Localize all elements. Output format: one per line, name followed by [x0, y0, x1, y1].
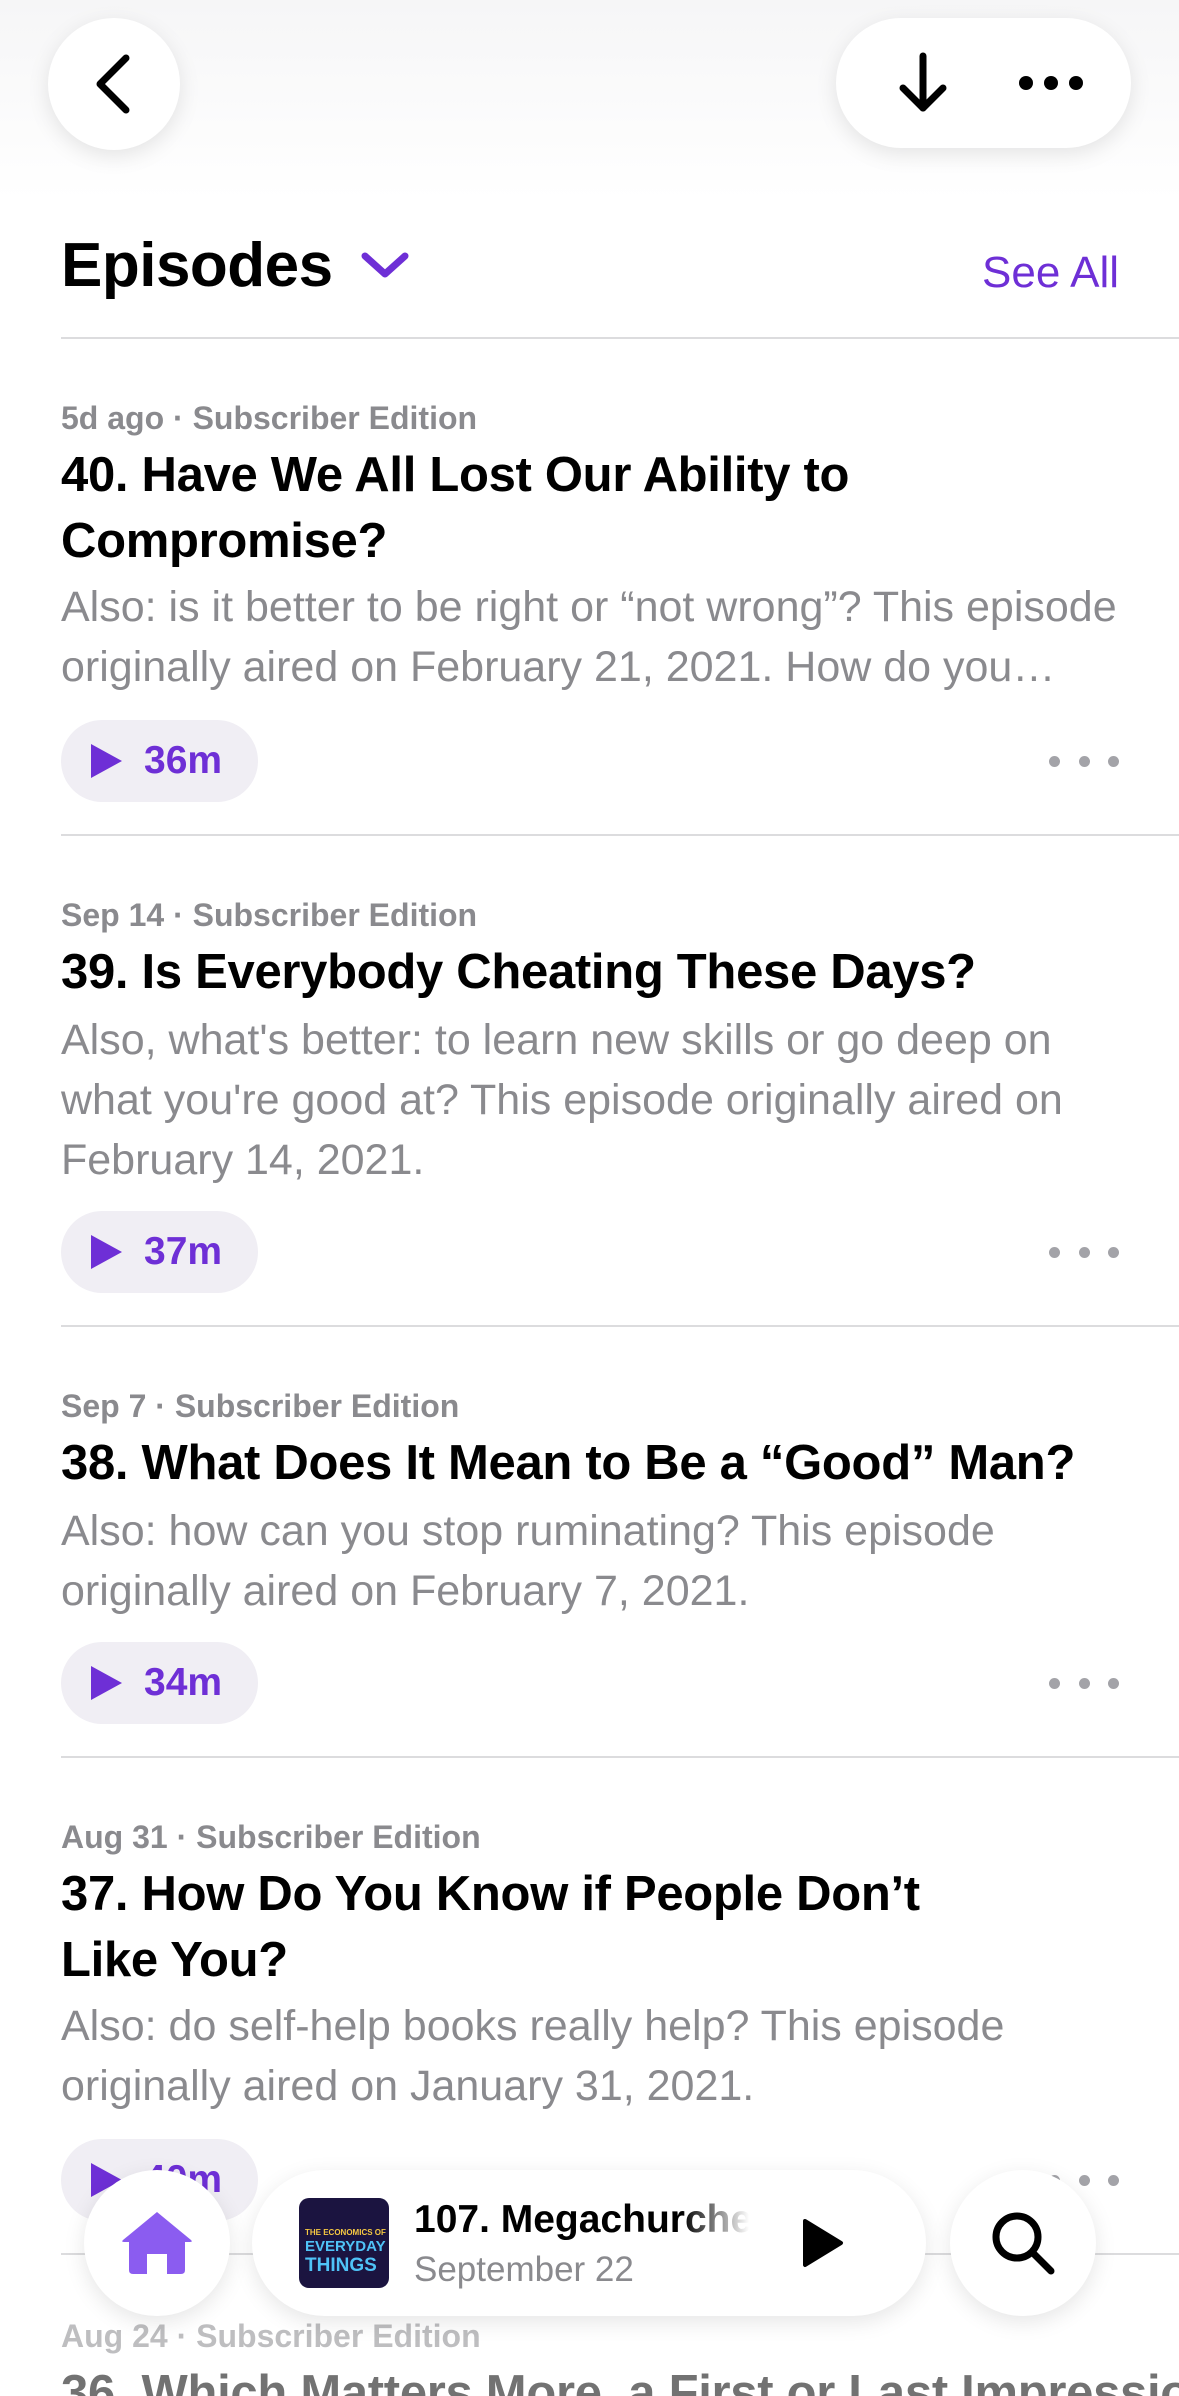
play-episode-button[interactable]: 34m	[61, 1642, 259, 1724]
artwork-text: THE ECONOMICS OF	[305, 2228, 386, 2237]
episode-row[interactable]: Sep 14 · Subscriber Edition 39. Is Every…	[61, 897, 1179, 1337]
episode-description: Also: how can you stop ruminating? This …	[61, 1507, 995, 1615]
play-icon	[91, 1235, 122, 1269]
episode-title: 36. Which Matters More, a First or Last …	[61, 2366, 1179, 2396]
episode-meta: 5d ago · Subscriber Edition	[61, 400, 478, 436]
episode-duration: 34m	[144, 1661, 223, 1704]
episode-title: 37. How Do You Know if People Don’t Like…	[61, 1867, 920, 1987]
episode-meta: Aug 24 · Subscriber Edition	[61, 2318, 481, 2354]
magnifying-glass-icon	[992, 2212, 1055, 2275]
podcast-artwork: THE ECONOMICS OF EVERYDAY THINGS	[299, 2198, 389, 2288]
chevron-down-icon[interactable]	[359, 248, 411, 282]
episode-duration: 37m	[144, 1230, 223, 1273]
divider	[61, 1756, 1179, 1758]
episode-meta: Aug 31 · Subscriber Edition	[61, 1819, 481, 1855]
now-playing-date: September 22	[414, 2250, 634, 2289]
divider	[61, 1325, 1179, 1327]
episode-more-button[interactable]	[1049, 1227, 1119, 1277]
episode-more-button[interactable]	[1049, 1658, 1119, 1708]
play-icon	[91, 1666, 122, 1700]
home-icon	[122, 2212, 192, 2274]
now-playing-bar[interactable]: THE ECONOMICS OF EVERYDAY THINGS 107. Me…	[252, 2170, 926, 2316]
divider	[61, 337, 1179, 339]
ellipsis-icon	[1019, 76, 1083, 90]
search-tab[interactable]	[950, 2170, 1096, 2316]
now-playing-title: 107. Megachurches	[414, 2198, 749, 2241]
episode-more-button[interactable]	[1049, 736, 1119, 786]
artwork-text: EVERYDAY	[305, 2238, 386, 2255]
episode-row[interactable]: Sep 7 · Subscriber Edition 38. What Does…	[61, 1388, 1179, 1768]
play-episode-button[interactable]: 36m	[61, 720, 259, 802]
download-button[interactable]	[858, 18, 988, 148]
episodes-header: Episodes See All	[61, 228, 1179, 338]
more-options-button[interactable]	[986, 18, 1116, 148]
episode-row[interactable]: 5d ago · Subscriber Edition 40. Have We …	[61, 400, 1179, 840]
episode-title: 39. Is Everybody Cheating These Days?	[61, 945, 976, 999]
episode-title: 40. Have We All Lost Our Ability to Comp…	[61, 448, 850, 568]
see-all-link[interactable]: See All	[982, 248, 1119, 298]
episode-meta: Sep 7 · Subscriber Edition	[61, 1388, 460, 1424]
play-icon	[91, 744, 122, 778]
chevron-left-icon	[96, 54, 130, 114]
episode-title: 38. What Does It Mean to Be a “Good” Man…	[61, 1436, 1076, 1490]
section-title[interactable]: Episodes	[61, 230, 333, 301]
episode-meta: Sep 14 · Subscriber Edition	[61, 897, 478, 933]
episode-description: Also: do self-help books really help? Th…	[61, 2002, 1005, 2110]
play-icon	[803, 2219, 843, 2267]
episode-duration: 36m	[144, 739, 223, 782]
home-tab[interactable]	[84, 2170, 230, 2316]
divider	[61, 834, 1179, 836]
episode-description: Also: is it better to be right or “not w…	[61, 583, 1117, 691]
artwork-text: THINGS	[305, 2255, 377, 2276]
arrow-down-icon	[899, 52, 947, 112]
back-button[interactable]	[48, 18, 180, 150]
episode-row[interactable]: Aug 24 · Subscriber Edition 36. Which Ma…	[61, 2318, 1179, 2396]
episode-description: Also, what's better: to learn new skills…	[61, 1016, 1063, 1184]
play-episode-button[interactable]: 37m	[61, 1211, 259, 1293]
mini-player-play-button[interactable]	[792, 2213, 852, 2273]
header-actions	[836, 18, 1131, 148]
mini-player-dock: THE ECONOMICS OF EVERYDAY THINGS 107. Me…	[0, 2150, 1179, 2316]
